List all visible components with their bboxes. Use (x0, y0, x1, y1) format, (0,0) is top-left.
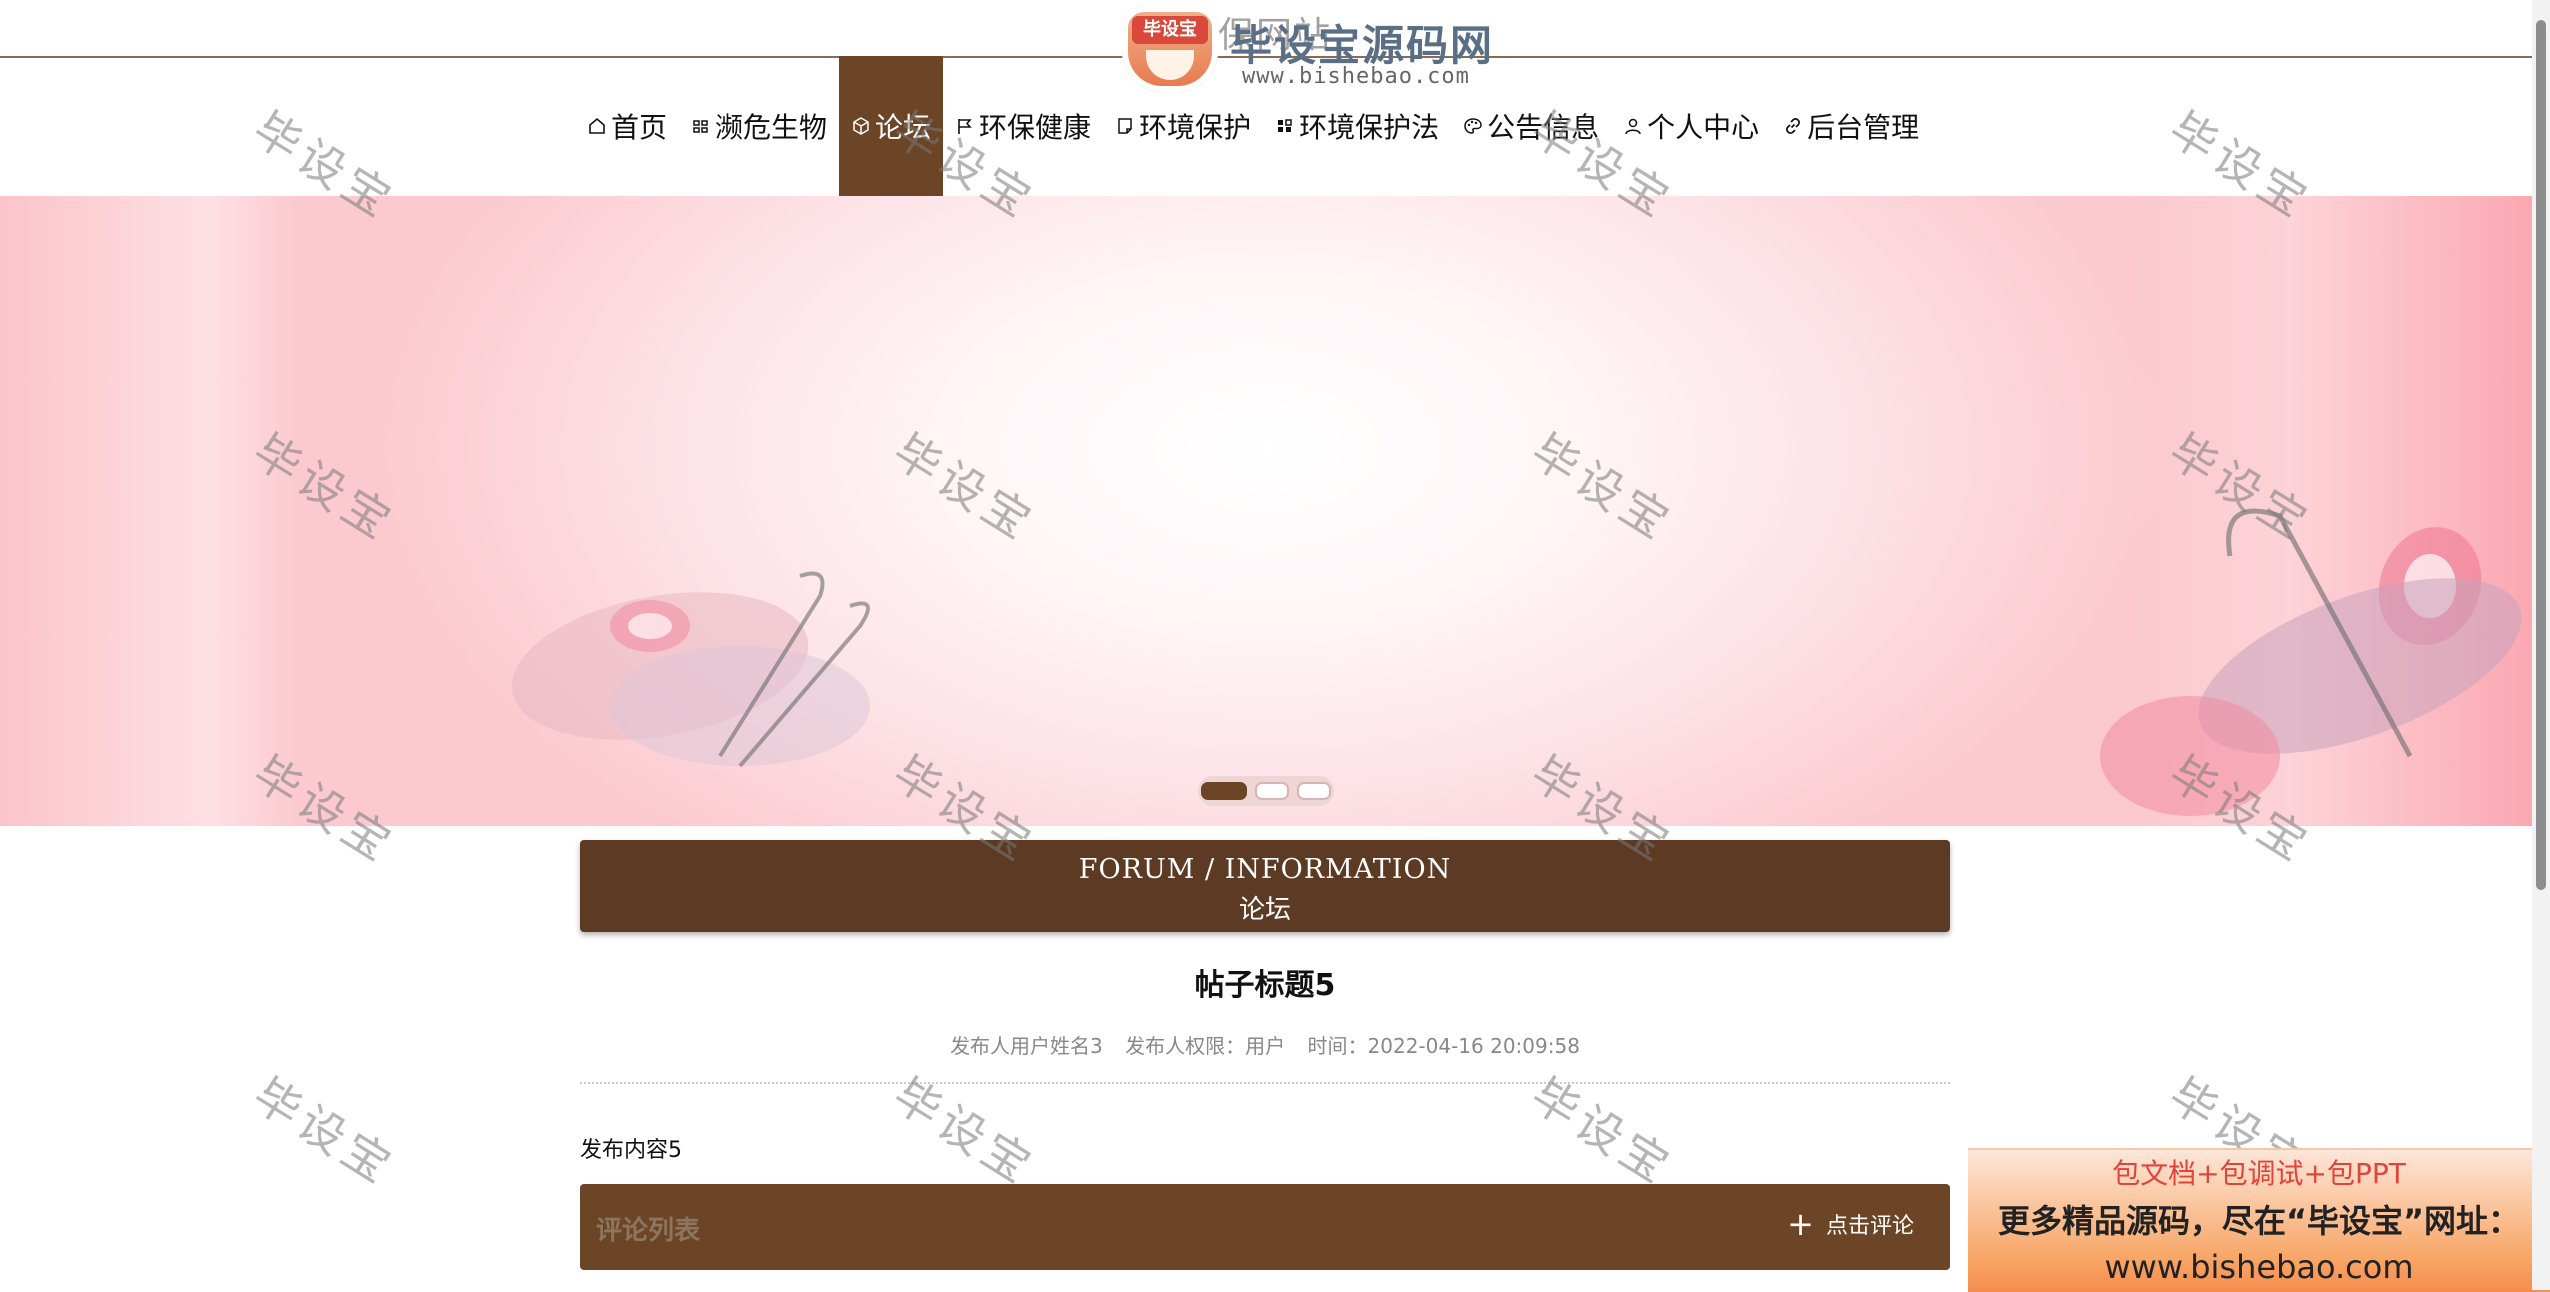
watermark: 毕设宝 (883, 1067, 1045, 1196)
butterfly-illustration (511, 571, 870, 768)
nav-item-label: 后台管理 (1807, 111, 1920, 144)
promo-line-2: 更多精品源码，尽在“毕设宝”网址： (1997, 1202, 2521, 1240)
grid-icon (693, 120, 708, 133)
carousel-dot[interactable] (1201, 782, 1247, 800)
user-icon (1625, 118, 1641, 135)
cube-icon (853, 117, 869, 135)
post-time: 时间：2022-04-16 20:09:58 (1307, 1034, 1580, 1058)
apps-icon (1278, 119, 1292, 132)
logo-badge-text: 毕设宝 (1132, 16, 1208, 44)
promo-line-1: 包文档+包调试+包PPT (2112, 1157, 2406, 1190)
home-icon (589, 117, 605, 134)
promo-banner[interactable]: 包文档+包调试+包PPT 更多精品源码，尽在“毕设宝”网址： www.bishe… (1968, 1148, 2550, 1292)
nav-item-user-center[interactable]: 个人中心 (1611, 56, 1771, 196)
nav-item-label: 公告信息 (1487, 111, 1600, 144)
post-role: 发布人权限：用户 (1125, 1034, 1286, 1058)
carousel-dot[interactable] (1255, 782, 1289, 800)
post-meta: 发布人用户姓名3 发布人权限：用户 时间：2022-04-16 20:09:58 (580, 1030, 1950, 1059)
link-icon (1786, 117, 1801, 135)
section-title-en: FORUM / INFORMATION (1078, 854, 1452, 885)
comment-list-bar: 评论列表 + 点击评论 (580, 1184, 1950, 1270)
nav-item-admin[interactable]: 后台管理 (1771, 56, 1931, 196)
nav-item-label: 环境保护法 (1299, 111, 1440, 144)
nav-item-label: 论坛 (875, 111, 932, 144)
comment-list-label: 评论列表 (596, 1216, 701, 1246)
palette-icon (1464, 118, 1482, 134)
add-comment-label: 点击评论 (1825, 1214, 1914, 1239)
note-icon (1118, 118, 1132, 134)
nav-item-label: 环境保护 (1139, 111, 1252, 144)
nav-item-forum[interactable]: 论坛 (839, 56, 944, 196)
page-scrollbar[interactable] (2532, 0, 2550, 1290)
nav-item-env-law[interactable]: 环境保护法 (1263, 56, 1451, 196)
banner-carousel[interactable] (0, 196, 2532, 826)
scroll-thumb[interactable] (2536, 20, 2546, 890)
nav-item-announcements[interactable]: 公告信息 (1451, 56, 1611, 196)
watermark: 毕设宝 (1521, 1067, 1683, 1196)
flag-icon (958, 119, 972, 134)
section-title-cn: 论坛 (1238, 895, 1291, 925)
nav-item-home[interactable]: 首页 (575, 56, 679, 196)
main-nav: 首页 濒危生物 论坛 环保健康 环境保护 环境保护法 公告信息 个人中心 后台管… (575, 56, 1931, 196)
promo-url: www.bishebao.com (2104, 1248, 2414, 1286)
post-content: 发布内容5 (580, 1138, 682, 1163)
nav-item-label: 环保健康 (979, 111, 1092, 144)
carousel-indicators (1198, 776, 1334, 806)
post-title: 帖子标题5 (1194, 968, 1336, 1003)
plus-icon: + (1787, 1205, 1814, 1243)
nav-item-label: 个人中心 (1647, 111, 1760, 144)
nav-item-env-protection[interactable]: 环境保护 (1103, 56, 1263, 196)
post-author: 发布人用户姓名3 (950, 1034, 1103, 1058)
nav-item-endangered[interactable]: 濒危生物 (679, 56, 839, 196)
nav-item-eco-health[interactable]: 环保健康 (943, 56, 1103, 196)
nav-item-label: 首页 (611, 111, 668, 144)
watermark: 毕设宝 (243, 1067, 405, 1196)
carousel-dot[interactable] (1297, 782, 1331, 800)
butterfly-illustration (2100, 508, 2522, 816)
divider (580, 1082, 1950, 1084)
section-heading: FORUM / INFORMATION 论坛 (580, 840, 1950, 932)
add-comment-button[interactable]: + 点击评论 (1787, 1208, 1914, 1240)
nav-item-label: 濒危生物 (715, 111, 828, 144)
